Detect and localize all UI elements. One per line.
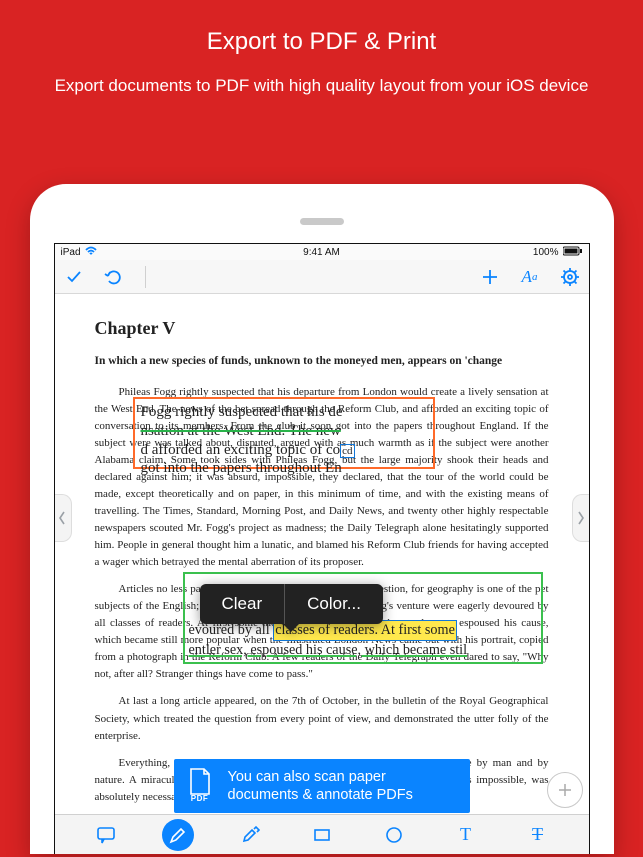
chapter-title: Chapter V — [95, 318, 549, 339]
rect-tool[interactable] — [306, 819, 338, 851]
popover-clear-button[interactable]: Clear — [200, 584, 286, 624]
undo-button[interactable] — [103, 266, 125, 288]
wifi-icon — [85, 246, 97, 259]
annotation-line-underlined: entler sex, espoused his cause, which be… — [189, 641, 537, 660]
screen: iPad 9:41 AM 100% — [54, 243, 590, 854]
marker-tool[interactable] — [234, 819, 266, 851]
body-paragraph: At last a long article appeared, on the … — [95, 693, 549, 744]
prev-page-button[interactable] — [55, 494, 72, 542]
next-page-button[interactable] — [572, 494, 589, 542]
confirm-button[interactable] — [63, 266, 85, 288]
page-title: Export to PDF & Print — [40, 28, 603, 56]
separator — [145, 266, 146, 288]
annotation-line: Fogg rightly suspected that his de — [141, 403, 427, 422]
pen-tool[interactable] — [162, 819, 194, 851]
pdf-file-icon: PDF — [186, 768, 214, 804]
text-tool[interactable]: T — [450, 819, 482, 851]
circle-tool[interactable] — [378, 819, 410, 851]
settings-button[interactable] — [559, 266, 581, 288]
chapter-subtitle: In which a new species of funds, unknown… — [95, 353, 549, 370]
text-style-button[interactable]: Aa — [519, 266, 541, 288]
add-button[interactable] — [479, 266, 501, 288]
battery-percent: 100% — [533, 247, 559, 258]
annotation-line: d afforded an exciting topic of cocd — [141, 441, 427, 460]
annotation-box-orange[interactable]: Fogg rightly suspected that his de nsati… — [133, 397, 435, 469]
status-bar: iPad 9:41 AM 100% — [55, 244, 589, 260]
callout-text: You can also scan paper documents & anno… — [228, 768, 413, 804]
clock: 9:41 AM — [55, 247, 589, 258]
popover-color-button[interactable]: Color... — [285, 584, 383, 624]
annotation-line-strikethrough: nsation at the West End. The new — [141, 422, 427, 441]
strike-tool[interactable]: T — [522, 819, 554, 851]
context-popover: Clear Color... — [200, 584, 383, 624]
bottom-toolbar: T T — [55, 814, 589, 854]
ipad-home-indicator — [300, 218, 344, 225]
add-annotation-button[interactable] — [547, 772, 583, 808]
page-subtitle: Export documents to PDF with high qualit… — [40, 74, 603, 99]
ipad-frame: iPad 9:41 AM 100% — [30, 184, 614, 854]
top-toolbar: Aa — [55, 260, 589, 294]
carrier-label: iPad — [61, 247, 81, 258]
battery-icon — [563, 246, 583, 259]
annotation-line: got into the papers throughout En — [141, 459, 427, 478]
comment-tool[interactable] — [90, 819, 122, 851]
feature-callout: PDF You can also scan paper documents & … — [174, 759, 470, 813]
